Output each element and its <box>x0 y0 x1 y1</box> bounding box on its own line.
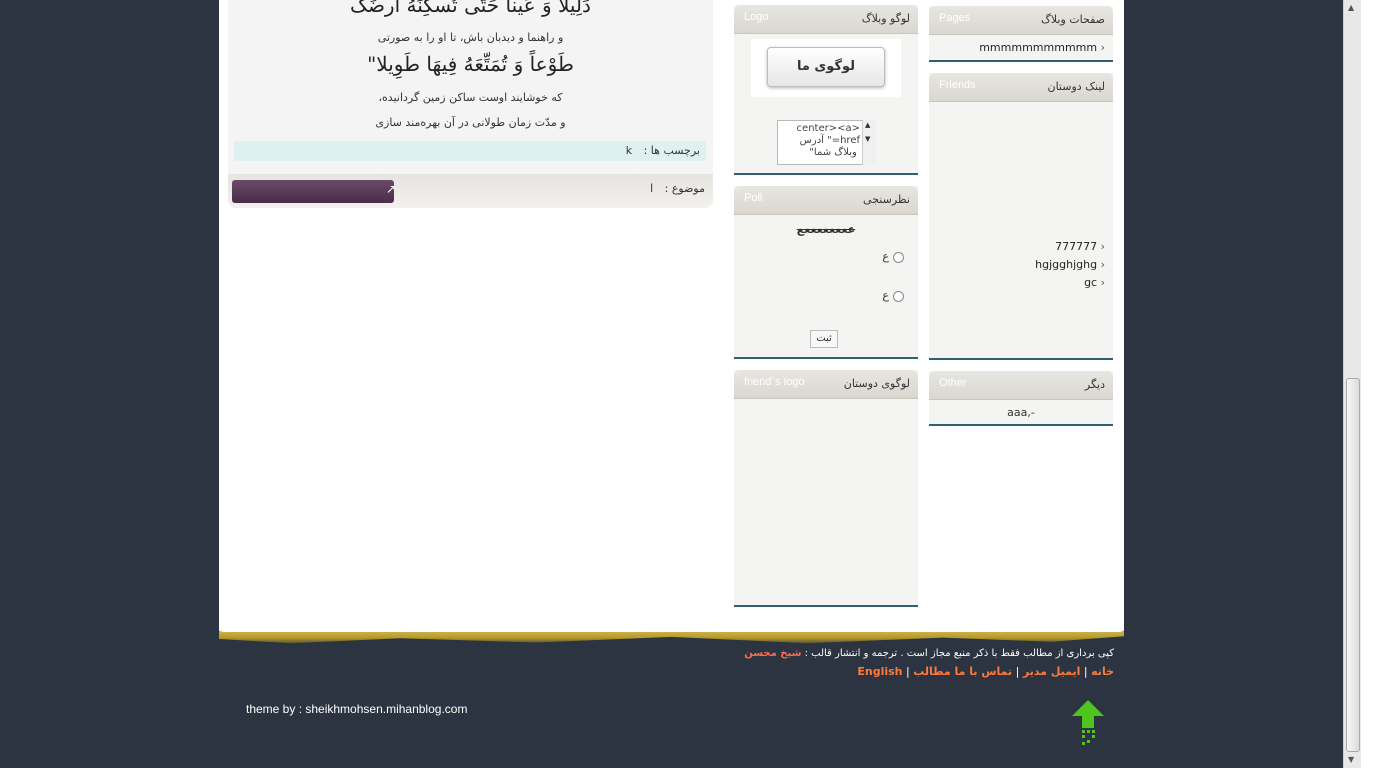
contact-link[interactable]: تماس با ما مطالب <box>913 665 1012 678</box>
scroll-down-icon[interactable]: ▼ <box>865 135 870 143</box>
poll-title-en: Poll <box>744 192 763 204</box>
logo-box: لوگو وبلاگ Logo لوگوی ما <center><a href… <box>734 5 918 175</box>
post-subject: موضوع : ا <box>650 182 705 195</box>
window-edge <box>1361 0 1394 768</box>
friends-logo-title: لوگوی دوستان <box>843 377 910 390</box>
tag-link[interactable]: k <box>626 144 632 157</box>
post-persian-line-1: و راهنما و دیدبان باش، تا او را به صورتی <box>377 31 564 44</box>
footer-decoration <box>219 632 1124 644</box>
other-title: دیگر <box>1084 378 1105 391</box>
pages-title: صفحات وبلاگ <box>1041 13 1105 26</box>
friends-box: لینک دوستان Friends 777777 hgjgghjghg gc <box>929 73 1113 360</box>
blog-logo[interactable]: لوگوی ما <box>767 47 885 87</box>
pages-title-en: Pages <box>939 12 971 24</box>
post-persian-line-3: و مدّت زمان طولانی در آن بهره‌مند سازی <box>375 116 566 129</box>
scroll-up-icon[interactable]: ▲ <box>865 121 870 129</box>
post-footer: ↗ موضوع : ا <box>228 174 713 208</box>
friend-link-3[interactable]: gc <box>929 274 1113 292</box>
scroll-thumb[interactable] <box>1346 378 1360 752</box>
subject-label: موضوع : <box>664 182 705 195</box>
theme-credit[interactable]: theme by : sheikhmohsen.mihanblog.com <box>246 702 467 716</box>
friend-link-1[interactable]: 777777 <box>929 238 1113 256</box>
other-title-en: Other <box>939 377 967 389</box>
post-arabic-line-1: دَلِیلا وَ عَیناً حَتّی تُسکِنَهُ اَرضَک… <box>350 0 591 17</box>
footer-copyright: کپی برداری از مطالب فقط با ذکر منبع مجاز… <box>730 648 1114 659</box>
permalink-bar[interactable]: ↗ <box>232 180 396 203</box>
poll-option-label: ع <box>882 289 889 302</box>
poll-option-label: ع <box>882 250 889 263</box>
poll-box-header: نظرسنجی Poll <box>734 186 918 215</box>
friends-logo-title-en: friend`s logo <box>744 376 805 388</box>
logo-frame: لوگوی ما <box>751 39 901 97</box>
poll-question: ععععععععع <box>796 223 856 236</box>
poll-box: نظرسنجی Poll ععععععععع ع ع ثبت <box>734 186 918 359</box>
post-persian-line-2: که خوشایند اوست ساکن زمین گردانیده، <box>378 91 563 104</box>
footer-links: خانه | ایمیل مدیر | تماس با ما مطالب | E… <box>700 665 1114 678</box>
separator: | <box>905 665 910 678</box>
radio-button[interactable] <box>893 251 904 263</box>
logo-title: لوگو وبلاگ <box>861 12 910 25</box>
friends-title: لینک دوستان <box>1047 80 1105 93</box>
poll-submit-button[interactable]: ثبت <box>810 330 838 348</box>
friends-title-en: Friends <box>939 79 976 91</box>
admin-email-link[interactable]: ایمیل مدیر <box>1023 665 1081 678</box>
other-box: دیگر Other aaa,- <box>929 371 1113 426</box>
poll-option-1[interactable]: ع <box>882 250 904 263</box>
back-to-top-icon[interactable] <box>1072 700 1104 746</box>
link-icon[interactable]: ↗ <box>386 182 396 196</box>
poll-title: نظرسنجی <box>863 193 910 206</box>
page-scrollbar[interactable]: ▲ ▼ <box>1343 0 1361 768</box>
friends-logo-box: لوگوی دوستان friend`s logo <box>734 370 918 607</box>
scroll-up-icon[interactable]: ▲ <box>1348 3 1354 12</box>
pages-box: صفحات وبلاگ Pages mmmmmmmmmmm <box>929 6 1113 62</box>
post-tags: برچسب ها : k <box>234 141 706 161</box>
poll-option-2[interactable]: ع <box>882 289 904 302</box>
radio-button[interactable] <box>893 290 904 302</box>
pages-box-header: صفحات وبلاگ Pages <box>929 6 1113 35</box>
friends-box-header: لینک دوستان Friends <box>929 73 1113 102</box>
logo-code-textarea[interactable]: <center><a href=" آدرس وبلاگ شما" <box>777 120 875 165</box>
post: دَلِیلا وَ عَیناً حَتّی تُسکِنَهُ اَرضَک… <box>228 0 713 208</box>
separator: | <box>1015 665 1020 678</box>
copyright-text: کپی برداری از مطالب فقط با ذکر منبع مجاز… <box>804 648 1114 659</box>
logo-title-en: Logo <box>744 11 769 23</box>
logo-box-header: لوگو وبلاگ Logo <box>734 5 918 34</box>
home-link[interactable]: خانه <box>1091 665 1114 678</box>
other-box-header: دیگر Other <box>929 371 1113 400</box>
friends-logo-header: لوگوی دوستان friend`s logo <box>734 370 918 399</box>
other-item[interactable]: aaa,- <box>929 406 1113 419</box>
separator: | <box>1083 665 1088 678</box>
pages-item[interactable]: mmmmmmmmmmm <box>929 39 1113 57</box>
english-link[interactable]: English <box>857 665 902 678</box>
subject-link[interactable]: ا <box>650 182 653 195</box>
post-arabic-line-2: طَوْعاً وَ تُمَتِّعَهُ فِیهَا طَوِیلا" <box>367 52 574 76</box>
textarea-scrollbar[interactable]: ▲ ▼ <box>862 120 876 165</box>
friend-link-2[interactable]: hgjgghjghg <box>929 256 1113 274</box>
tags-label: برچسب ها : <box>643 144 700 157</box>
author-link[interactable]: شیخ محسن <box>744 648 801 659</box>
scroll-down-icon[interactable]: ▼ <box>1348 755 1354 764</box>
